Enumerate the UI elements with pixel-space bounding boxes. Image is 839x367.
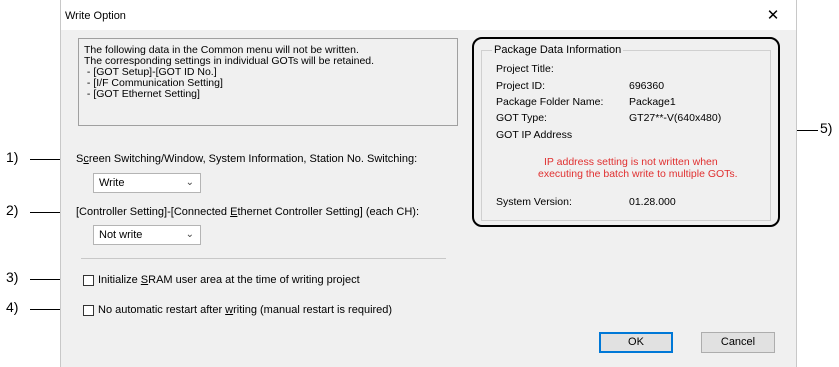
got-type-label: GOT Type: (496, 112, 547, 124)
ip-warning-line-1: IP address setting is not written when (544, 156, 718, 168)
init-sram-label: Initialize SRAM user area at the time of… (98, 274, 360, 286)
controller-setting-label: [Controller Setting]-[Connected Ethernet… (76, 206, 420, 218)
controller-setting-select[interactable]: Not write ⌄ (93, 225, 201, 245)
cancel-button[interactable]: Cancel (701, 332, 775, 353)
screen-switching-select[interactable]: Write ⌄ (93, 173, 201, 193)
callout-1: 1) (6, 149, 19, 165)
close-icon[interactable]: ✕ (761, 6, 785, 26)
folder-name-label: Package Folder Name: (496, 96, 604, 108)
folder-name-value: Package1 (629, 96, 676, 108)
no-restart-label: No automatic restart after writing (manu… (98, 304, 393, 316)
package-data-title: Package Data Information (492, 44, 624, 56)
ip-warning-line-2: executing the batch write to multiple GO… (538, 168, 738, 180)
screen-switching-label: Screen Switching/Window, System Informat… (76, 153, 418, 165)
controller-setting-value: Not write (99, 229, 143, 241)
chevron-down-icon: ⌄ (185, 229, 194, 240)
project-title-label: Project Title: (496, 63, 554, 75)
project-id-value: 696360 (629, 80, 665, 92)
title-bar: Write Option ✕ (61, 0, 796, 30)
window-title: Write Option (65, 10, 126, 22)
chevron-down-icon: ⌄ (185, 177, 194, 188)
callout-3: 3) (6, 269, 19, 285)
write-option-dialog: Write Option ✕ The following data in the… (60, 0, 797, 367)
got-ip-label: GOT IP Address (496, 129, 573, 141)
separator (81, 258, 446, 259)
system-version-value: 01.28.000 (629, 196, 676, 208)
notice-line: - [GOT Ethernet Setting] (84, 88, 200, 100)
init-sram-checkbox[interactable] (83, 275, 94, 286)
callout-2: 2) (6, 202, 19, 218)
got-type-value: GT27**-V(640x480) (629, 112, 722, 124)
no-restart-checkbox[interactable] (83, 305, 94, 316)
notice-box: The following data in the Common menu wi… (78, 38, 458, 126)
package-data-highlight: Package Data Information Project Title: … (472, 37, 780, 227)
project-id-label: Project ID: (496, 80, 546, 92)
callout-5: 5) (820, 120, 833, 136)
system-version-label: System Version: (496, 196, 572, 208)
screen-switching-value: Write (99, 177, 125, 189)
ok-button[interactable]: OK (599, 332, 673, 353)
callout-4: 4) (6, 299, 19, 315)
